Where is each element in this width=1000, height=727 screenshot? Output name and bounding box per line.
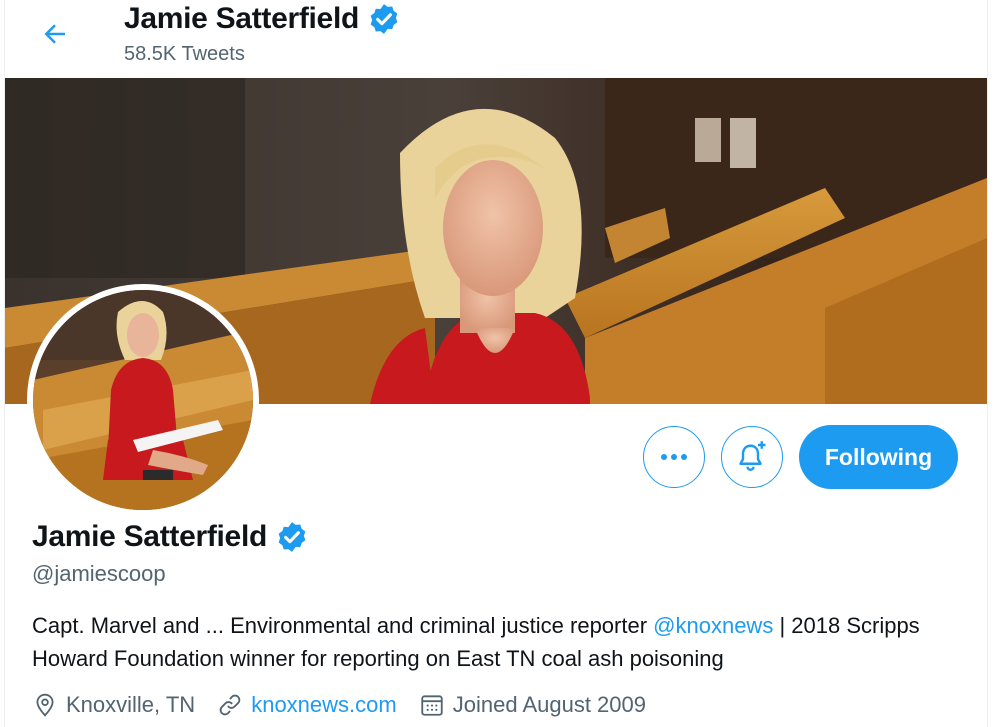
notify-bell-plus-icon — [739, 441, 766, 471]
back-button[interactable] — [35, 14, 75, 54]
profile-handle: @jamiescoop — [32, 561, 166, 586]
profile-bio: Capt. Marvel and ... Environmental and c… — [32, 609, 952, 675]
calendar-icon — [421, 695, 443, 716]
tweet-count: 58.5K Tweets — [124, 43, 245, 65]
more-button[interactable] — [643, 426, 705, 488]
avatar[interactable] — [27, 284, 259, 516]
website-link[interactable]: knoxnews.com — [251, 692, 397, 718]
location-item: Knoxville, TN — [32, 692, 195, 718]
back-arrow-icon — [44, 24, 65, 44]
joined-text: Joined August 2009 — [452, 692, 646, 717]
header-title: Jamie Satterfield — [124, 2, 401, 36]
location-text: Knoxville, TN — [66, 692, 196, 717]
header-name: Jamie Satterfield — [124, 2, 360, 35]
website-item: knoxnews.com — [217, 692, 397, 718]
top-bar: Jamie Satterfield 58.5K Tweets — [5, 0, 987, 78]
profile-meta: Knoxville, TN knoxnews.com Joined August… — [32, 692, 668, 718]
more-icon — [661, 454, 687, 460]
notify-button[interactable] — [721, 426, 783, 488]
profile-name: Jamie Satterfield — [32, 520, 268, 553]
link-icon — [219, 694, 241, 716]
location-pin-icon — [36, 693, 54, 717]
following-button[interactable]: Following — [799, 425, 958, 489]
verified-badge-icon — [370, 4, 398, 34]
profile-name-row: Jamie Satterfield — [32, 520, 309, 554]
profile-page: Jamie Satterfield 58.5K Tweets Following… — [4, 0, 988, 727]
bio-mention-link[interactable]: @knoxnews — [653, 613, 773, 638]
joined-item: Joined August 2009 — [419, 692, 646, 718]
bio-text-prefix: Capt. Marvel and ... Environmental and c… — [32, 613, 654, 638]
verified-badge-icon — [278, 522, 306, 552]
